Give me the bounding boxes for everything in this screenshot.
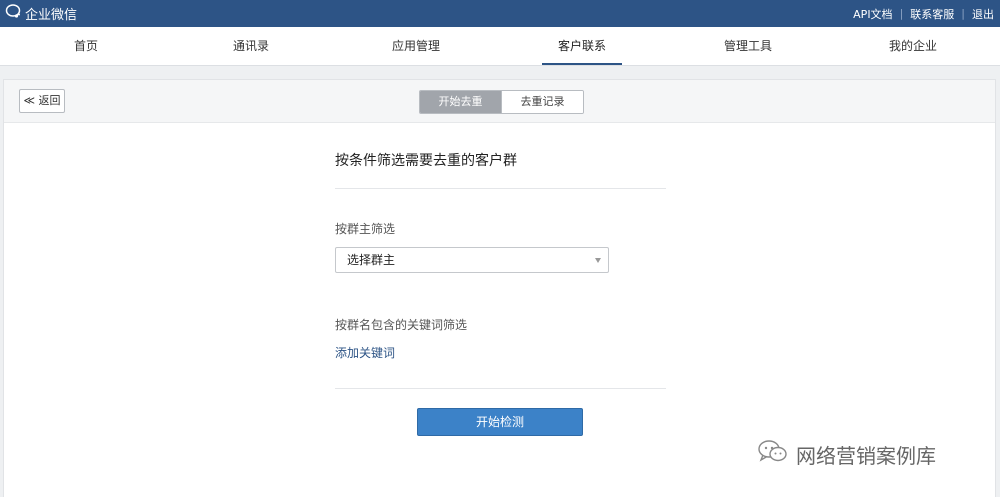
caret-down-icon (595, 258, 601, 263)
owner-select-value: 选择群主 (347, 253, 396, 267)
add-keyword-link[interactable]: 添加关键词 (335, 344, 395, 361)
back-button[interactable]: ≪ 返回 (19, 89, 65, 113)
tab-dedup-records[interactable]: 去重记录 (501, 91, 583, 113)
top-bar: 企业微信 API文档 | 联系客服 | 退出 (0, 0, 1000, 27)
divider: | (961, 7, 965, 20)
nav-item-tools[interactable]: 管理工具 (703, 27, 793, 65)
nav-item-contacts[interactable]: 通讯录 (206, 27, 296, 65)
wechat-icon (758, 440, 796, 469)
top-links: API文档 | 联系客服 | 退出 (853, 0, 994, 27)
content-panel: ≪ 返回 开始去重 去重记录 按条件筛选需要去重的客户群 按群主筛选 选择群主 … (3, 79, 996, 497)
nav-item-apps[interactable]: 应用管理 (371, 27, 461, 65)
main-nav: 首页 通讯录 应用管理 客户联系 管理工具 我的企业 (0, 27, 1000, 66)
tab-switcher: 开始去重 去重记录 (419, 90, 584, 114)
support-link[interactable]: 联系客服 (910, 6, 954, 22)
owner-select[interactable]: 选择群主 (335, 247, 609, 273)
keyword-filter-label: 按群名包含的关键词筛选 (335, 318, 468, 332)
nav-item-my-company[interactable]: 我的企业 (868, 27, 958, 65)
owner-filter-label: 按群主筛选 (335, 222, 396, 236)
app-logo[interactable]: 企业微信 (5, 4, 77, 23)
logout-link[interactable]: 退出 (972, 6, 994, 22)
divider (335, 188, 666, 189)
divider (335, 388, 666, 389)
tab-start-dedup[interactable]: 开始去重 (420, 91, 501, 113)
nav-item-customer-contact[interactable]: 客户联系 (542, 27, 622, 65)
watermark: 网络营销案例库 (758, 440, 936, 469)
start-detection-button[interactable]: 开始检测 (417, 408, 583, 436)
divider: | (899, 7, 904, 20)
chat-bubble-icon (5, 4, 25, 23)
app-name: 企业微信 (25, 8, 78, 23)
watermark-text: 网络营销案例库 (796, 444, 936, 468)
form-title: 按条件筛选需要去重的客户群 (335, 153, 517, 169)
panel-toolbar: ≪ 返回 开始去重 去重记录 (4, 80, 995, 123)
nav-item-home[interactable]: 首页 (41, 27, 131, 65)
api-docs-link[interactable]: API文档 (853, 6, 892, 22)
